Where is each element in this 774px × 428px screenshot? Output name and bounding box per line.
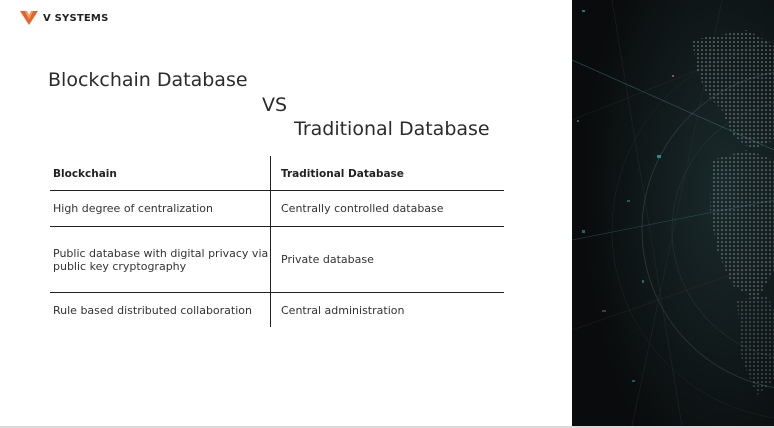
table-cell-blockchain: High degree of centralization [53, 202, 213, 215]
table-row: Rule based distributed collaboration Cen… [50, 293, 504, 327]
header-blockchain: Blockchain [53, 168, 117, 180]
table-cell-traditional: Private database [270, 227, 504, 292]
logo-text: V SYSTEMS [43, 12, 109, 24]
table-header-row: Blockchain Traditional Database [50, 156, 504, 191]
globe-graphic [572, 0, 774, 426]
title-line-1: Blockchain Database [48, 69, 248, 91]
slide: V SYSTEMS Blockchain Database VS Traditi… [0, 0, 774, 426]
title-line-2: VS [262, 94, 288, 116]
table-cell-blockchain: Public database with digital privacy via… [53, 246, 269, 273]
comparison-table: Blockchain Traditional Database High deg… [50, 156, 504, 327]
header-traditional-database: Traditional Database [270, 156, 504, 190]
v-systems-logo-icon [20, 11, 38, 25]
digital-globe-image [572, 0, 774, 426]
title-line-3: Traditional Database [294, 118, 490, 140]
table-row: Public database with digital privacy via… [50, 227, 504, 293]
table-cell-blockchain: Rule based distributed collaboration [53, 303, 252, 317]
table-cell-traditional: Centrally controlled database [270, 191, 504, 226]
table-row: High degree of centralization Centrally … [50, 191, 504, 227]
table-cell-traditional: Central administration [270, 293, 504, 327]
logo: V SYSTEMS [20, 11, 108, 25]
